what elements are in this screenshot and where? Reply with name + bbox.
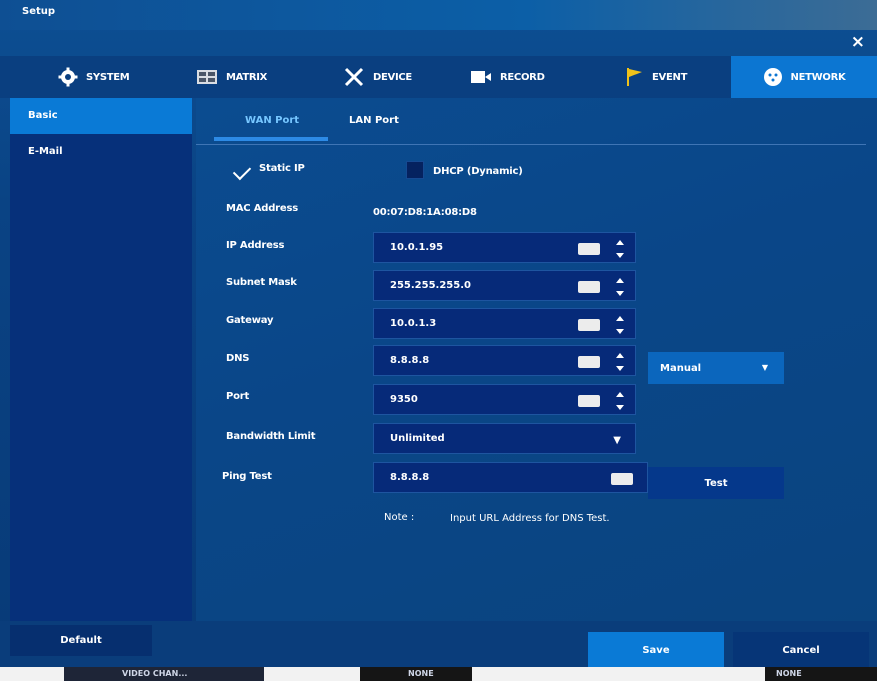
tab-record[interactable]: RECORD	[470, 56, 580, 98]
active-tab-underline	[214, 137, 328, 141]
matrix-icon	[197, 70, 217, 84]
test-button[interactable]: Test	[648, 467, 784, 499]
mac-address-label: MAC Address	[226, 203, 298, 214]
title-bar: Setup	[0, 0, 877, 30]
window-title: Setup	[22, 6, 56, 17]
default-button[interactable]: Default	[10, 625, 152, 656]
bandwidth-limit-select[interactable]: Unlimited ▼	[373, 423, 636, 454]
cancel-button[interactable]: Cancel	[733, 632, 869, 668]
bottom-strip-right-text: NONE	[776, 669, 802, 678]
tab-event-label: EVENT	[652, 71, 688, 83]
spinner-icon[interactable]	[615, 276, 625, 298]
ping-test-label: Ping Test	[222, 471, 272, 482]
bandwidth-limit-label: Bandwidth Limit	[226, 431, 316, 442]
flag-icon	[627, 68, 642, 86]
bandwidth-limit-value: Unlimited	[390, 433, 445, 444]
gateway-value: 10.0.1.3	[390, 318, 437, 329]
tab-network[interactable]: NETWORK	[731, 56, 877, 98]
spinner-icon[interactable]	[615, 390, 625, 412]
chevron-down-icon: ▼	[761, 363, 768, 372]
tab-network-label: NETWORK	[790, 71, 846, 83]
tab-system-label: SYSTEM	[86, 71, 130, 83]
save-button[interactable]: Save	[588, 632, 724, 668]
subnet-mask-label: Subnet Mask	[226, 277, 297, 288]
dns-value: 8.8.8.8	[390, 355, 430, 366]
subnet-mask-field[interactable]: 255.255.255.0	[373, 270, 636, 301]
sidebar-item-email[interactable]: E-Mail	[10, 134, 192, 170]
keyboard-icon[interactable]	[611, 473, 633, 485]
ping-test-field[interactable]: 8.8.8.8	[373, 462, 648, 493]
bottom-strip-middle-text: NONE	[408, 669, 434, 678]
port-value: 9350	[390, 394, 418, 405]
dhcp-checkbox[interactable]	[406, 161, 424, 179]
network-icon	[763, 68, 782, 86]
sidebar-item-basic[interactable]: Basic	[10, 98, 192, 134]
sidebar: Basic E-Mail	[10, 98, 192, 621]
tab-lan-port[interactable]: LAN Port	[349, 115, 399, 126]
tab-device-label: DEVICE	[373, 71, 412, 83]
keyboard-icon[interactable]	[578, 356, 600, 368]
dns-mode-select[interactable]: Manual ▼	[648, 352, 784, 384]
keyboard-icon[interactable]	[578, 395, 600, 407]
keyboard-icon[interactable]	[578, 281, 600, 293]
spinner-icon[interactable]	[615, 314, 625, 336]
device-icon	[344, 67, 364, 87]
ip-address-field[interactable]: 10.0.1.95	[373, 232, 636, 263]
spinner-icon[interactable]	[615, 238, 625, 260]
ip-address-label: IP Address	[226, 240, 285, 251]
main-tab-bar: SYSTEM MATRIX DEVICE RECORD EVENT NETWOR…	[0, 56, 877, 98]
spinner-icon[interactable]	[615, 351, 625, 373]
tab-wan-port[interactable]: WAN Port	[245, 115, 299, 126]
port-label: Port	[226, 391, 250, 402]
ping-test-value: 8.8.8.8	[390, 472, 430, 483]
bottom-strip: VIDEO CHAN... NONE NONE	[0, 667, 877, 681]
tab-device[interactable]: DEVICE	[343, 56, 443, 98]
setup-window: Setup × SYSTEM MATRIX DEVICE RECORD EVEN…	[0, 0, 877, 681]
port-field[interactable]: 9350	[373, 384, 636, 415]
tab-system[interactable]: SYSTEM	[58, 56, 158, 98]
gateway-field[interactable]: 10.0.1.3	[373, 308, 636, 339]
static-ip-label: Static IP	[259, 163, 305, 174]
note-text: Input URL Address for DNS Test.	[450, 513, 610, 524]
bottom-strip-left-text: VIDEO CHAN...	[122, 669, 188, 678]
keyboard-icon[interactable]	[578, 319, 600, 331]
chevron-down-icon: ▼	[613, 435, 621, 446]
ip-address-value: 10.0.1.95	[390, 242, 444, 253]
close-icon[interactable]: ×	[851, 32, 865, 52]
gateway-label: Gateway	[226, 315, 274, 326]
keyboard-icon[interactable]	[578, 243, 600, 255]
subnet-mask-value: 255.255.255.0	[390, 280, 471, 291]
mac-address-value: 00:07:D8:1A:08:D8	[373, 207, 477, 218]
dns-field[interactable]: 8.8.8.8	[373, 345, 636, 376]
tab-record-label: RECORD	[500, 71, 545, 83]
tab-event[interactable]: EVENT	[626, 56, 726, 98]
note-title: Note :	[384, 512, 415, 523]
dns-label: DNS	[226, 353, 250, 364]
tab-matrix-label: MATRIX	[226, 71, 268, 83]
record-icon	[471, 71, 491, 83]
dns-mode-value: Manual	[660, 362, 702, 374]
tab-matrix[interactable]: MATRIX	[196, 56, 296, 98]
gear-icon	[58, 67, 78, 87]
dhcp-label: DHCP (Dynamic)	[433, 166, 523, 177]
